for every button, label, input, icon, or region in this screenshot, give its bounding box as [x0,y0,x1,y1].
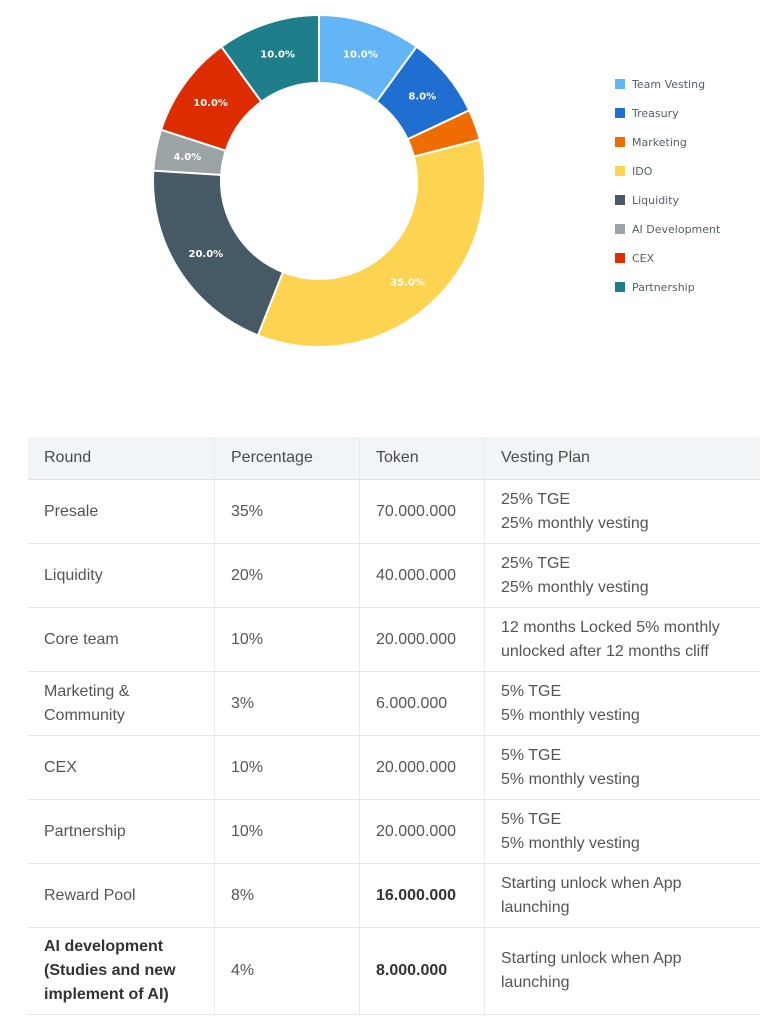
cell-vesting-plan: 5% TGE 5% monthly vesting [484,735,760,800]
vesting-line: 12 months Locked 5% monthly [501,618,720,636]
cell-round: Liquidity [28,543,215,608]
cell-percentage: 10% [214,799,360,864]
vesting-line: 25% TGE [501,554,571,572]
cell-token: 70.000.000 [359,479,485,544]
legend-swatch [615,195,625,205]
header-percentage: Percentage [214,437,360,480]
vesting-line: 25% TGE [501,490,571,508]
cell-token: 16.000.000 [359,863,485,928]
cell-token: 8.000.000 [359,927,485,1015]
legend-item-partnership: Partnership [615,281,695,294]
header-token: Token [359,437,485,480]
cell-vesting-plan: Starting unlock when App launching [484,927,760,1015]
legend-item-cex: CEX [615,252,655,265]
legend-item-team-vesting: Team Vesting [615,78,705,91]
cell-vesting-plan: Starting unlock when App launching [484,863,760,928]
allocation-table: Round Percentage Token Vesting Plan Pres… [28,437,760,1015]
cell-percentage: 10% [214,607,360,672]
cell-token: 20.000.000 [359,607,485,672]
legend-swatch [615,224,625,234]
cell-percentage: 20% [214,543,360,608]
vesting-line: 25% monthly vesting [501,514,649,532]
legend-item-liquidity: Liquidity [615,194,680,207]
table-row: Presale 35% 70.000.000 25% TGE 25% monthly v… [28,479,760,544]
cell-round: Reward Pool [28,863,215,928]
vesting-line: 5% TGE [501,810,562,828]
vesting-line: 5% TGE [501,682,562,700]
legend-label: IDO [632,165,653,178]
slice-label-ai-development: 4.0% [174,152,202,163]
donut-chart: 10.0% 8.0% 35.0% 20.0% 4.0% 10.0% 10.0% Team V… [152,13,721,348]
vesting-line: 5% monthly vesting [501,770,640,788]
legend-label: CEX [632,252,655,265]
table-row: Reward Pool 8% 16.000.000 Starting unlock w… [28,863,760,928]
cell-round: Partnership [28,799,215,864]
legend-label: Treasury [631,107,679,120]
vesting-line: launching [501,898,570,916]
cell-token: 6.000.000 [359,671,485,736]
cell-token: 20.000.000 [359,799,485,864]
donut-slices [152,13,486,348]
legend-swatch [615,166,625,176]
cell-percentage: 3% [214,671,360,736]
table-row: AI development (Studies and new implemen… [28,927,760,1015]
cell-round: CEX [28,735,215,800]
vesting-line: Starting unlock when App [501,874,682,892]
cell-vesting-plan: 25% TGE 25% monthly vesting [484,543,760,608]
cell-vesting-plan: 5% TGE 5% monthly vesting [484,799,760,864]
legend-item-treasury: Treasury [615,107,679,120]
cell-vesting-plan: 12 months Locked 5% monthly unlocked afte… [484,607,760,672]
cell-token: 40.000.000 [359,543,485,608]
cell-vesting-plan: 5% TGE 5% monthly vesting [484,671,760,736]
slice-label-liquidity: 20.0% [189,249,224,260]
slice-ido [256,138,486,348]
slice-label-treasury: 8.0% [408,92,436,103]
vesting-line: 5% TGE [501,746,562,764]
slice-label-partnership: 10.0% [260,50,295,61]
table-row: Marketing & Community 3% 6.000.000 5% TGE 5%… [28,671,760,736]
cell-percentage: 4% [214,927,360,1015]
vesting-line: unlocked after 12 months cliff [501,642,709,660]
table-row: Liquidity 20% 40.000.000 25% TGE 25% monthly… [28,543,760,608]
legend-swatch [615,282,625,292]
legend-swatch [615,137,625,147]
legend-item-marketing: Marketing [615,136,687,149]
table-row: CEX 10% 20.000.000 5% TGE 5% monthly vesting [28,735,760,800]
vesting-line: 5% monthly vesting [501,834,640,852]
cell-percentage: 10% [214,735,360,800]
cell-percentage: 35% [214,479,360,544]
header-vesting-plan: Vesting Plan [484,437,760,480]
slice-label-cex: 10.0% [193,98,228,109]
legend-label: AI Development [632,223,721,236]
cell-round: Presale [28,479,215,544]
legend-swatch [615,79,625,89]
legend-item-ai-development: AI Development [615,223,721,236]
vesting-line: Starting unlock when App [501,950,682,967]
legend-swatch [615,253,625,263]
slice-label-team-vesting: 10.0% [343,50,378,61]
legend-label: Marketing [632,136,687,149]
cell-round: Marketing & Community [28,671,215,736]
cell-round: Core team [28,607,215,672]
header-round: Round [28,437,215,480]
cell-round: AI development (Studies and new implemen… [28,927,215,1015]
legend-swatch [615,108,625,118]
table-header-row: Round Percentage Token Vesting Plan [28,437,760,480]
vesting-line: 5% monthly vesting [501,706,640,724]
cell-vesting-plan: 25% TGE 25% monthly vesting [484,479,760,544]
legend-label: Liquidity [632,194,680,207]
table-row: Core team 10% 20.000.000 12 months Locked 5… [28,607,760,672]
table-row: Partnership 10% 20.000.000 5% TGE 5% monthly… [28,799,760,864]
cell-token: 20.000.000 [359,735,485,800]
cell-percentage: 8% [214,863,360,928]
legend-label: Partnership [632,281,695,294]
table-body: Presale 35% 70.000.000 25% TGE 25% monthly v… [28,479,760,1015]
chart-legend: Team Vesting Treasury Marketing IDO Liquidit… [615,78,721,294]
vesting-line: 25% monthly vesting [501,578,649,596]
slice-label-ido: 35.0% [390,278,425,289]
legend-label: Team Vesting [631,78,705,91]
vesting-line: launching [501,974,570,991]
legend-item-ido: IDO [615,165,653,178]
